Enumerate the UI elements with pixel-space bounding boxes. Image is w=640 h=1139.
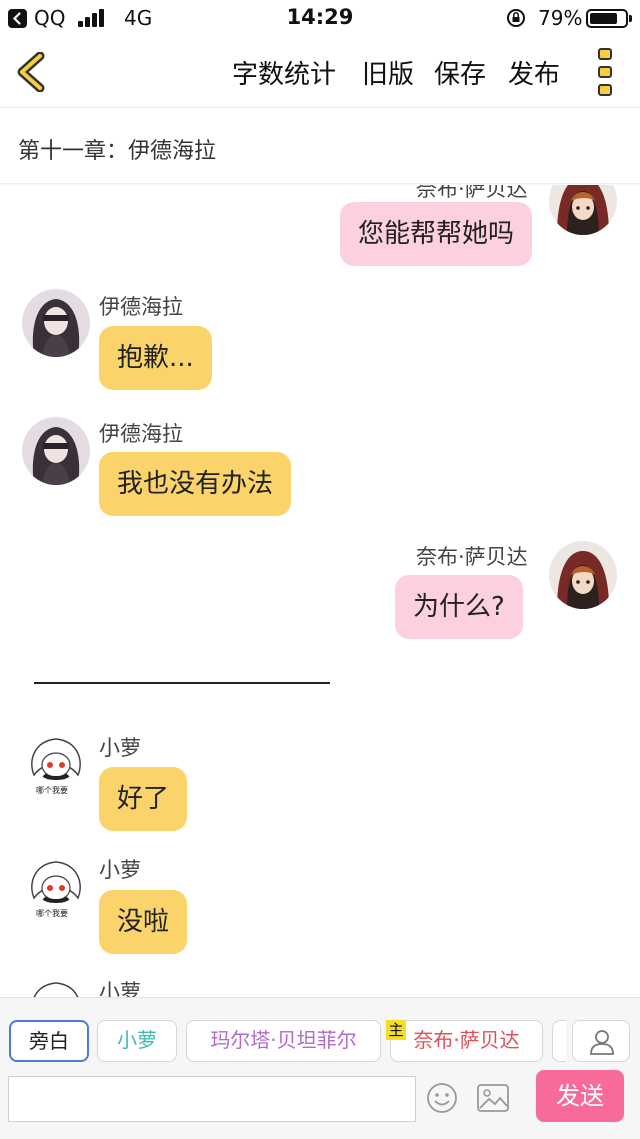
- battery-percent: 79%: [538, 6, 583, 30]
- send-button[interactable]: 发送: [536, 1070, 624, 1122]
- chibi-girl-avatar[interactable]: 哪个我要: [22, 854, 90, 922]
- battery-fill: [590, 13, 617, 24]
- avatar-caption: 哪个我要: [36, 786, 68, 795]
- publish-button[interactable]: 发布: [508, 54, 560, 91]
- speaker-name: 奈布·萨贝达: [416, 545, 528, 569]
- more-menu-icon[interactable]: [597, 48, 613, 96]
- section-divider: [34, 682, 330, 684]
- speaker-name: 伊德海拉: [99, 422, 183, 446]
- chibi-girl-avatar[interactable]: 哪个我要: [22, 731, 90, 799]
- hooded-boy-avatar[interactable]: [549, 185, 617, 235]
- chapter-header[interactable]: 第十一章：伊德海拉: [0, 109, 640, 184]
- hooded-boy-avatar[interactable]: [549, 541, 617, 609]
- manage-characters-button[interactable]: [572, 1020, 630, 1062]
- message-bubble-left[interactable]: 抱歉...: [99, 326, 212, 390]
- speaker-name: 小萝: [99, 980, 141, 997]
- speaker-name: 伊德海拉: [99, 295, 183, 319]
- battery-icon: [586, 9, 632, 28]
- avatar-caption: 哪个我要: [36, 909, 68, 918]
- message-bubble-left[interactable]: 好了: [99, 767, 188, 831]
- old-version-button[interactable]: 旧版: [362, 54, 414, 91]
- chat-area[interactable]: 奈布·萨贝达 您能帮帮她吗 伊德海拉 抱歉... 伊德海拉 我也没有办法 奈布·…: [0, 185, 640, 997]
- blindfold-woman-avatar[interactable]: [22, 289, 90, 357]
- emoji-icon[interactable]: [426, 1082, 458, 1114]
- word-count-button[interactable]: 字数统计: [232, 54, 336, 91]
- speaker-name: 小萝: [99, 736, 141, 760]
- save-button[interactable]: 保存: [434, 54, 486, 91]
- composer-panel: 旁白 小萝 玛尔塔·贝坦菲尔 奈布·萨贝达 主 发送: [0, 997, 640, 1139]
- character-chip[interactable]: 奈布·萨贝达: [390, 1020, 543, 1062]
- editor-toolbar: 字数统计 旧版 保存 发布: [0, 36, 640, 108]
- message-bubble-right[interactable]: 您能帮帮她吗: [340, 202, 533, 266]
- rotation-lock-icon: [507, 9, 525, 27]
- message-bubble-left[interactable]: 没啦: [99, 890, 188, 954]
- character-chip-partial[interactable]: [552, 1020, 566, 1062]
- character-chip[interactable]: 玛尔塔·贝坦菲尔: [186, 1020, 381, 1062]
- image-icon[interactable]: [476, 1082, 510, 1114]
- blindfold-woman-avatar[interactable]: [22, 417, 90, 485]
- character-chip-narrator[interactable]: 旁白: [9, 1020, 89, 1062]
- chibi-girl-avatar[interactable]: [22, 975, 90, 997]
- status-bar: QQ 4G 14:29 79%: [0, 0, 640, 36]
- speaker-name: 小萝: [99, 858, 141, 882]
- main-character-badge: 主: [386, 1020, 406, 1040]
- person-icon: [590, 1030, 614, 1055]
- message-input[interactable]: [8, 1076, 416, 1122]
- back-arrow-icon[interactable]: [14, 52, 48, 92]
- chapter-title: 第十一章：伊德海拉: [18, 139, 217, 164]
- message-bubble-right[interactable]: 为什么?: [395, 575, 523, 639]
- message-bubble-left[interactable]: 我也没有办法: [99, 452, 292, 516]
- speaker-name: 奈布·萨贝达: [416, 185, 528, 201]
- character-chip[interactable]: 小萝: [97, 1020, 177, 1062]
